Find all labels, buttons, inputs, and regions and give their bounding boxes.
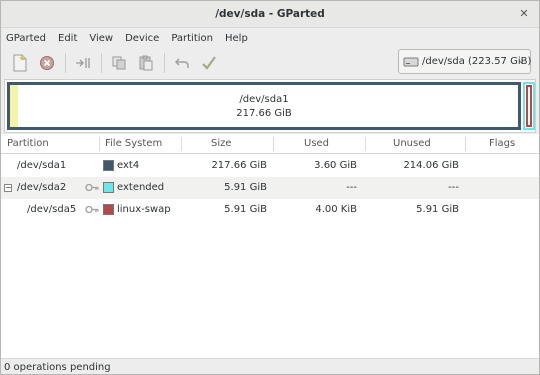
resize-move-icon[interactable] bbox=[72, 52, 94, 74]
column-divider bbox=[465, 137, 466, 151]
column-header-unused[interactable]: Unused bbox=[393, 138, 431, 149]
disk-partition-sda1[interactable]: /dev/sda1 217.66 GiB bbox=[7, 82, 521, 130]
toolbar-separator bbox=[164, 53, 165, 73]
column-divider bbox=[181, 137, 182, 151]
menubar: GParted Edit View Device Partition Help bbox=[1, 28, 539, 48]
gparted-window: /dev/sda - GParted ✕ GParted Edit View D… bbox=[0, 0, 540, 375]
table-header: Partition File System Size Used Unused F… bbox=[1, 134, 539, 154]
menu-help[interactable]: Help bbox=[225, 33, 254, 44]
column-divider bbox=[365, 137, 366, 151]
cell-unused: 5.91 GiB bbox=[416, 204, 459, 215]
apply-icon[interactable] bbox=[198, 52, 220, 74]
menu-gparted[interactable]: GParted bbox=[6, 33, 52, 44]
cell-used: --- bbox=[346, 182, 357, 193]
column-header-partition[interactable]: Partition bbox=[7, 138, 49, 149]
cell-used: 3.60 GiB bbox=[314, 160, 357, 171]
window-title: /dev/sda - GParted bbox=[215, 8, 325, 20]
table-row-sda5[interactable]: /dev/sda5 linux-swap 5.91 GiB 4.00 KiB 5… bbox=[1, 199, 539, 221]
key-icon bbox=[85, 183, 99, 192]
collapse-toggle-icon[interactable]: − bbox=[4, 184, 12, 192]
new-icon[interactable] bbox=[9, 52, 31, 74]
copy-icon[interactable] bbox=[108, 52, 130, 74]
column-header-used[interactable]: Used bbox=[304, 138, 329, 149]
cell-file-system: ext4 bbox=[117, 160, 140, 171]
column-divider bbox=[273, 137, 274, 151]
table-row-sda1[interactable]: /dev/sda1 ext4 217.66 GiB 3.60 GiB 214.0… bbox=[1, 155, 539, 177]
toolbar-separator bbox=[65, 53, 66, 73]
table-row-sda2[interactable]: − /dev/sda2 extended 5.91 GiB --- --- bbox=[1, 177, 539, 199]
undo-icon[interactable] bbox=[171, 52, 193, 74]
cell-size: 5.91 GiB bbox=[224, 182, 267, 193]
partition-table: Partition File System Size Used Unused F… bbox=[1, 134, 539, 358]
device-selector[interactable]: /dev/sda (223.57 GiB) ⌄ bbox=[398, 49, 531, 74]
title-bar: /dev/sda - GParted ✕ bbox=[1, 1, 539, 28]
cell-partition: /dev/sda1 bbox=[17, 160, 67, 171]
status-text: 0 operations pending bbox=[4, 361, 111, 373]
cell-file-system: extended bbox=[117, 182, 165, 193]
close-icon[interactable]: ✕ bbox=[517, 7, 531, 21]
status-bar: 0 operations pending bbox=[1, 358, 539, 374]
cell-size: 5.91 GiB bbox=[224, 204, 267, 215]
filesystem-color-swatch bbox=[103, 182, 114, 193]
key-icon bbox=[85, 205, 99, 214]
disk-partition-sda2-extended[interactable] bbox=[523, 82, 535, 130]
cell-unused: --- bbox=[448, 182, 459, 193]
sda1-graphic-name: /dev/sda1 bbox=[239, 94, 289, 105]
sda1-graphic-size: 217.66 GiB bbox=[236, 108, 292, 119]
column-divider bbox=[99, 137, 100, 151]
disk-graphic: /dev/sda1 217.66 GiB bbox=[4, 79, 536, 133]
cell-partition: /dev/sda5 bbox=[27, 204, 77, 215]
column-header-flags[interactable]: Flags bbox=[489, 138, 515, 149]
filesystem-color-swatch bbox=[103, 204, 114, 215]
device-selector-label: /dev/sda (223.57 GiB) bbox=[422, 56, 532, 67]
filesystem-color-swatch bbox=[103, 160, 114, 171]
cell-size: 217.66 GiB bbox=[211, 160, 267, 171]
chevron-down-icon: ⌄ bbox=[517, 56, 525, 66]
cell-partition: /dev/sda2 bbox=[17, 182, 67, 193]
cell-used: 4.00 KiB bbox=[315, 204, 357, 215]
paste-icon[interactable] bbox=[135, 52, 157, 74]
disk-partition-sda5-swap[interactable] bbox=[526, 85, 532, 127]
cell-unused: 214.06 GiB bbox=[403, 160, 459, 171]
harddisk-icon bbox=[403, 56, 419, 68]
menu-partition[interactable]: Partition bbox=[171, 33, 219, 44]
menu-view[interactable]: View bbox=[89, 33, 119, 44]
toolbar-separator bbox=[101, 53, 102, 73]
column-header-file-system[interactable]: File System bbox=[105, 138, 162, 149]
delete-icon[interactable] bbox=[36, 52, 58, 74]
cell-file-system: linux-swap bbox=[117, 204, 171, 215]
menu-edit[interactable]: Edit bbox=[58, 33, 83, 44]
menu-device[interactable]: Device bbox=[125, 33, 165, 44]
sda1-used-fill bbox=[10, 85, 18, 127]
column-header-size[interactable]: Size bbox=[211, 138, 232, 149]
